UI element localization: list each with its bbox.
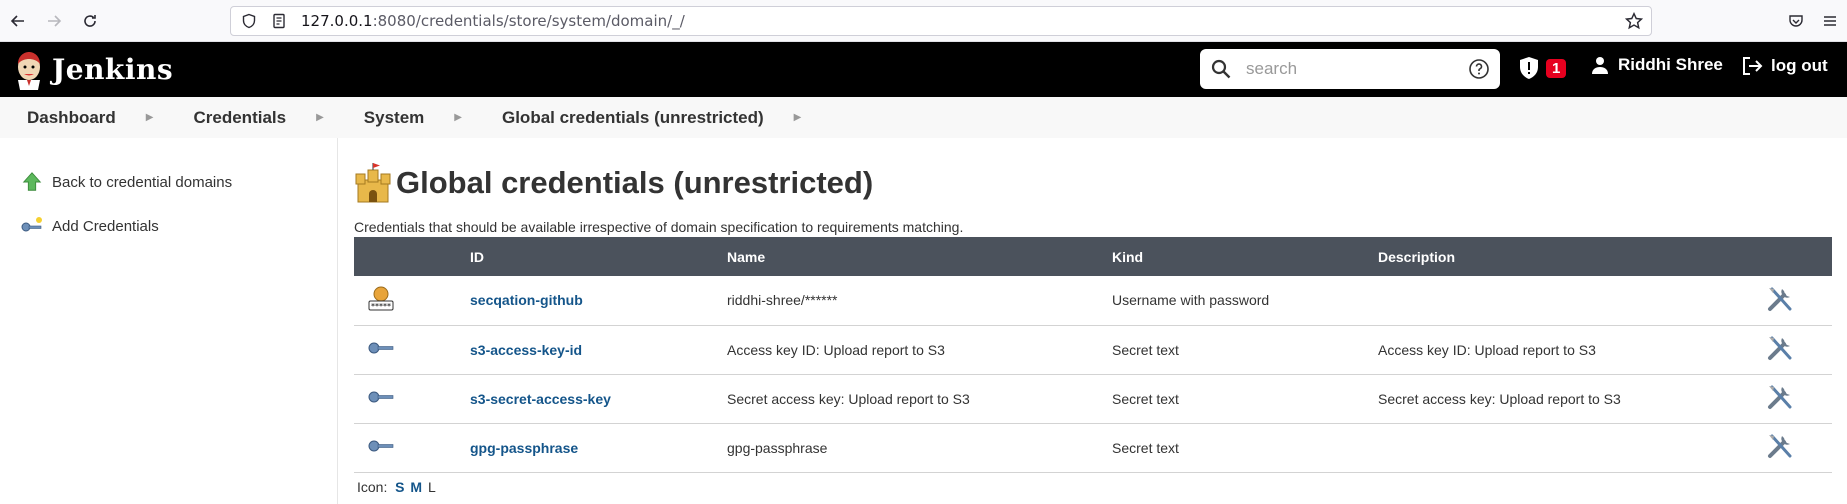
- castle-icon: [355, 163, 391, 203]
- column-header-description[interactable]: Description: [1378, 237, 1758, 276]
- key-icon: [20, 214, 44, 238]
- key-icon: [368, 391, 394, 403]
- page-info-icon[interactable]: [271, 12, 289, 30]
- credential-description: [1378, 423, 1758, 472]
- bookmark-star-icon[interactable]: [1624, 11, 1644, 30]
- user-icon: [1592, 57, 1608, 74]
- shield-alert-icon: [1520, 57, 1538, 79]
- chevron-right-icon[interactable]: ▶: [316, 112, 324, 123]
- search-icon: [1211, 59, 1231, 79]
- icon-size-medium[interactable]: M: [410, 479, 422, 495]
- user-name: Riddhi Shree: [1618, 55, 1723, 74]
- breadcrumb-item-system[interactable]: System ▶: [364, 108, 502, 128]
- sidebar-item-label: Back to credential domains: [52, 173, 233, 191]
- security-alerts[interactable]: 1: [1518, 56, 1567, 80]
- table-row: ***** secqation-github riddhi-shree/****…: [354, 276, 1832, 325]
- icon-size-label: Icon:: [357, 478, 388, 495]
- column-header-id[interactable]: ID: [470, 237, 727, 276]
- user-menu[interactable]: Riddhi Shree: [1590, 55, 1723, 75]
- browser-toolbar: 127.0.0.1:8080/credentials/store/system/…: [0, 0, 1847, 42]
- menu-icon[interactable]: [1813, 0, 1847, 42]
- sidebar-item-label: Add Credentials: [52, 217, 159, 235]
- credential-kind: Secret text: [1112, 341, 1179, 358]
- page-title-text: Global credentials (unrestricted): [396, 165, 874, 200]
- url-text[interactable]: 127.0.0.1:8080/credentials/store/system/…: [301, 12, 685, 30]
- credential-id-link[interactable]: secqation-github: [470, 292, 583, 308]
- address-bar[interactable]: 127.0.0.1:8080/credentials/store/system/…: [230, 6, 1652, 36]
- credential-name: riddhi-shree/******: [727, 292, 838, 309]
- credentials-table: ID Name Kind Description ***** secqation…: [354, 237, 1832, 473]
- breadcrumb: Dashboard ▶ Credentials ▶ System ▶ Global c…: [0, 97, 1847, 138]
- back-button[interactable]: [0, 0, 36, 42]
- configure-wrench-icon[interactable]: [1766, 383, 1794, 411]
- configure-wrench-icon[interactable]: [1766, 285, 1794, 313]
- reload-button[interactable]: [72, 0, 108, 42]
- configure-wrench-icon[interactable]: [1766, 334, 1794, 362]
- search-input[interactable]: [1246, 59, 1468, 79]
- logout-icon: [1743, 57, 1763, 75]
- brand-name: Jenkins: [52, 53, 174, 86]
- logout-link[interactable]: log out: [1741, 55, 1828, 77]
- jenkins-butler-icon: [18, 51, 40, 90]
- column-header-actions: [1758, 237, 1832, 276]
- chevron-right-icon[interactable]: ▶: [794, 112, 802, 123]
- icon-size-small[interactable]: S: [395, 479, 404, 495]
- main-content: Global credentials (unrestricted) Creden…: [338, 138, 1847, 504]
- logout-label: log out: [1771, 56, 1828, 75]
- configure-wrench-icon[interactable]: [1766, 432, 1794, 460]
- column-header-icon: [354, 237, 470, 276]
- forward-arrow-icon: [48, 14, 62, 27]
- pocket-icon[interactable]: [1779, 0, 1813, 42]
- credential-id-link[interactable]: s3-access-key-id: [470, 342, 582, 358]
- credential-kind: Username with password: [1112, 292, 1270, 309]
- breadcrumb-item-credentials[interactable]: Credentials ▶: [194, 108, 364, 128]
- up-arrow-icon: [20, 170, 44, 194]
- table-header-row: ID Name Kind Description: [354, 237, 1832, 276]
- shield-icon[interactable]: [241, 12, 259, 30]
- credential-kind: Secret text: [1112, 390, 1179, 407]
- icon-size-selector: Icon: S M L: [354, 479, 1847, 495]
- sidebar-item-add-credentials[interactable]: Add Credentials: [0, 204, 337, 248]
- sidebar: Back to credential domains Add Credentia…: [0, 138, 338, 504]
- credential-description: Secret access key: Upload report to S3: [1378, 390, 1621, 407]
- credential-name: Secret access key: Upload report to S3: [727, 390, 970, 407]
- user-password-icon: *****: [368, 286, 394, 311]
- jenkins-logo[interactable]: Jenkins: [14, 50, 173, 90]
- credential-description: Access key ID: Upload report to S3: [1378, 341, 1596, 358]
- column-header-name[interactable]: Name: [727, 237, 1112, 276]
- help-icon[interactable]: [1468, 58, 1490, 80]
- search-box[interactable]: [1200, 49, 1500, 89]
- key-icon: [368, 440, 394, 452]
- table-row: gpg-passphrase gpg-passphrase Secret tex…: [354, 423, 1832, 472]
- credential-id-link[interactable]: gpg-passphrase: [470, 440, 578, 456]
- jenkins-header: Jenkins 1 Riddhi Shree log out: [0, 42, 1847, 97]
- table-row: s3-access-key-id Access key ID: Upload r…: [354, 325, 1832, 374]
- credential-name: gpg-passphrase: [727, 439, 828, 456]
- back-arrow-icon: [10, 14, 24, 27]
- breadcrumb-item-global-credentials[interactable]: Global credentials (unrestricted) ▶: [502, 108, 841, 128]
- column-header-kind[interactable]: Kind: [1112, 237, 1378, 276]
- sidebar-item-back-to-domains[interactable]: Back to credential domains: [0, 160, 337, 204]
- alert-count-badge: 1: [1546, 58, 1567, 78]
- key-icon: [368, 342, 394, 354]
- icon-size-large[interactable]: L: [428, 479, 436, 495]
- table-row: s3-secret-access-key Secret access key: …: [354, 374, 1832, 423]
- credential-kind: Secret text: [1112, 439, 1179, 456]
- chevron-right-icon[interactable]: ▶: [454, 112, 462, 123]
- page-title: Global credentials (unrestricted): [354, 161, 1847, 205]
- reload-icon: [84, 14, 96, 27]
- breadcrumb-item-dashboard[interactable]: Dashboard ▶: [27, 108, 194, 128]
- credential-id-link[interactable]: s3-secret-access-key: [470, 391, 611, 407]
- credential-name: Access key ID: Upload report to S3: [727, 341, 945, 358]
- page-description: Credentials that should be available irr…: [354, 219, 964, 235]
- chevron-right-icon[interactable]: ▶: [146, 112, 154, 123]
- credential-description: [1378, 276, 1758, 325]
- forward-button[interactable]: [36, 0, 72, 42]
- svg-text:*****: *****: [371, 302, 391, 311]
